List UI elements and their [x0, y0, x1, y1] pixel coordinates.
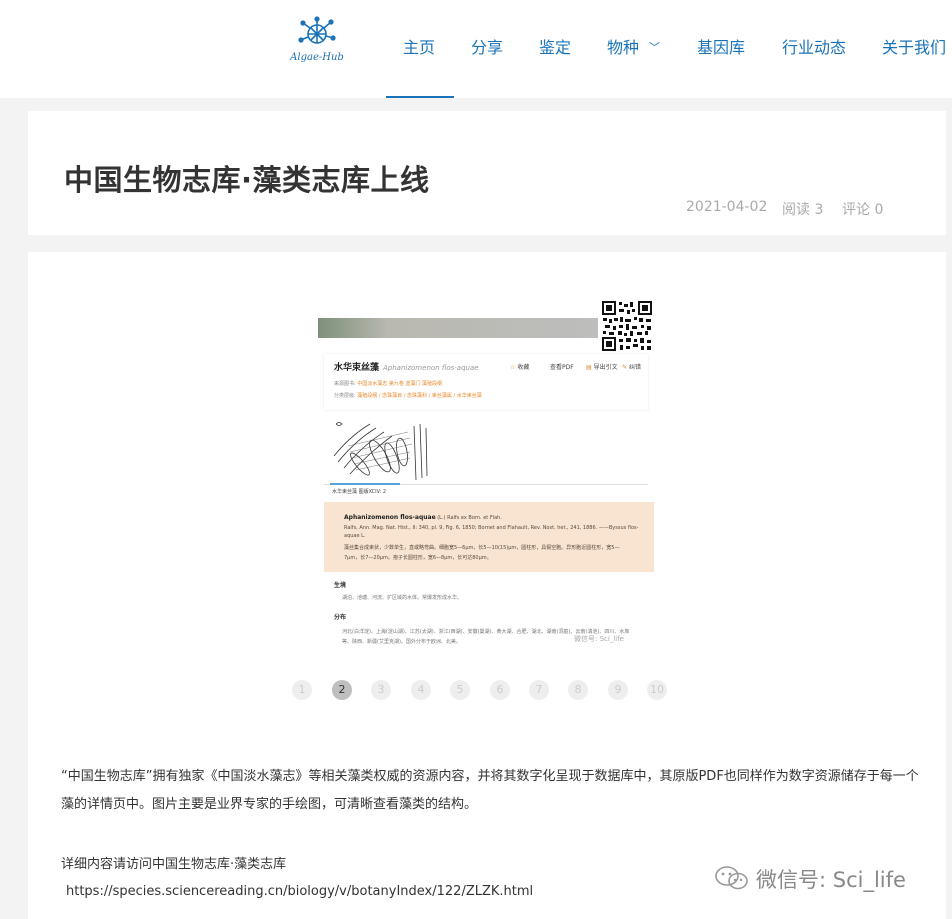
article-image[interactable]: 水华束丝藻 Aphanizomenon flos-aquae ☆ 收藏 查看PDF … [318, 298, 654, 650]
nav-home[interactable]: 主页 [403, 34, 435, 58]
image-watermark: 微信号: Sci_life [574, 635, 624, 643]
favorite-tool[interactable]: ☆ 收藏 [510, 362, 529, 371]
logo-text: Algae-Hub [290, 52, 344, 63]
wechat-watermark: 微信号: Sci_life [714, 864, 906, 894]
nav-gene-bank[interactable]: 基因库 [697, 34, 745, 58]
page-dot[interactable]: 4 [411, 680, 431, 700]
pencil-icon: ✎ [622, 364, 628, 371]
article-title: 中国生物志库·藻类志库上线 [64, 163, 430, 197]
document-icon: ▤ [586, 364, 592, 371]
species-description: Aphanizomenon flos-aquae (L.) Ralfs ex B… [324, 502, 654, 572]
species-header: 水华束丝藻 Aphanizomenon flos-aquae ☆ 收藏 查看PDF … [324, 354, 648, 410]
page-dot[interactable]: 5 [450, 680, 470, 700]
report-error-tool[interactable]: ✎ 纠错 [622, 362, 641, 371]
article-comments[interactable]: 评论 0 [842, 199, 883, 219]
page-dot[interactable]: 1 [292, 680, 312, 700]
article-header: 中国生物志库·藻类志库上线 2021-04-02 阅读 3 评论 0 [28, 111, 946, 235]
wechat-icon [715, 866, 748, 890]
habitat-title: 生境 [334, 582, 347, 589]
distribution-title: 分布 [334, 614, 347, 621]
visit-text: 详细内容请访问中国生物志库·藻类志库 [61, 857, 287, 872]
algae-hub-logo[interactable]: Algae-Hub [288, 16, 346, 68]
description-latin: Aphanizomenon flos-aquae (L.) Ralfs ex B… [344, 514, 502, 521]
image-banner [318, 318, 598, 338]
article-date: 2021-04-02 [686, 199, 768, 215]
article-paragraph: “中国生物志库”拥有独家《中国淡水藻志》等相关藻类权威的资源内容，并将其数字化呈… [61, 769, 919, 812]
page-dot[interactable]: 6 [490, 680, 510, 700]
classification-row: 分类层级: 藻殖段纲 / 念珠藻目 / 念珠藻科 / 束丝藻属 / 水华束丝藻 [334, 393, 482, 399]
species-latin: Aphanizomenon flos-aquae [383, 364, 479, 372]
chevron-down-icon: ﹀ [649, 41, 661, 54]
article-body: 水华束丝藻 Aphanizomenon flos-aquae ☆ 收藏 查看PDF … [28, 252, 946, 919]
page-dot-active[interactable]: 2 [332, 680, 352, 700]
page-dot[interactable]: 9 [608, 680, 628, 700]
species-name: 水华束丝藻 Aphanizomenon flos-aquae [334, 363, 479, 373]
description-text: 藻丝集合成束状，少数单生，直或略弯曲。细胞宽5—6μm，长5—10(15)μm，… [344, 545, 620, 551]
algae-drawing-image [330, 416, 430, 482]
plate-tab[interactable]: 水华束丝藻 图版XCIV: 2 [332, 488, 386, 495]
page-dot[interactable]: 10 [647, 680, 667, 700]
image-pagination: 1 2 3 4 5 6 7 8 9 10 [292, 680, 672, 700]
nav-species[interactable]: 物种 ﹀ [607, 34, 660, 58]
resource-url[interactable]: https://species.sciencereading.cn/biolog… [66, 884, 533, 899]
description-text-2: 7μm，长7—20μm。孢子长圆柱形，宽6—8μm，长可达80μm。 [344, 555, 492, 561]
qr-code-icon [601, 300, 653, 352]
nav-species-label: 物种 [607, 38, 640, 57]
page-dot[interactable]: 3 [371, 680, 391, 700]
description-reference-2: aquae L. [344, 533, 366, 539]
page-dot[interactable]: 7 [529, 680, 549, 700]
tab-active-indicator [330, 483, 400, 485]
top-navbar: Algae-Hub 主页 分享 鉴定 物种 ﹀ 基因库 行业动态 关于我们 [0, 0, 952, 98]
habitat-text: 湖泊、池塘、河流、扩区域的水体。常爆发形成水华。 [342, 595, 463, 601]
nav-active-indicator [386, 96, 454, 98]
distribution-text-2: 等、陕西、新疆(艾里克湖)。国外分布于欧洲、北美。 [342, 639, 461, 645]
page-dot[interactable]: 8 [568, 680, 588, 700]
source-row: 来源图书: 中国淡水藻志 第九卷 蓝藻门 藻殖段纲 [334, 381, 443, 387]
article-reads: 阅读 3 [782, 202, 824, 218]
description-reference: Ralfs, Ann. Mag. Nat. Hist., II: 340, pl… [344, 525, 639, 531]
export-citation-tool[interactable]: ▤ 导出引文 [586, 362, 618, 371]
view-pdf-tool[interactable]: 查看PDF [550, 362, 574, 371]
molecule-logo-icon [298, 16, 336, 44]
nav-identify[interactable]: 鉴定 [539, 34, 571, 58]
nav-about-us[interactable]: 关于我们 [882, 34, 946, 58]
nav-share[interactable]: 分享 [471, 34, 503, 58]
nav-industry-news[interactable]: 行业动态 [782, 34, 846, 58]
star-icon: ☆ [510, 364, 516, 371]
